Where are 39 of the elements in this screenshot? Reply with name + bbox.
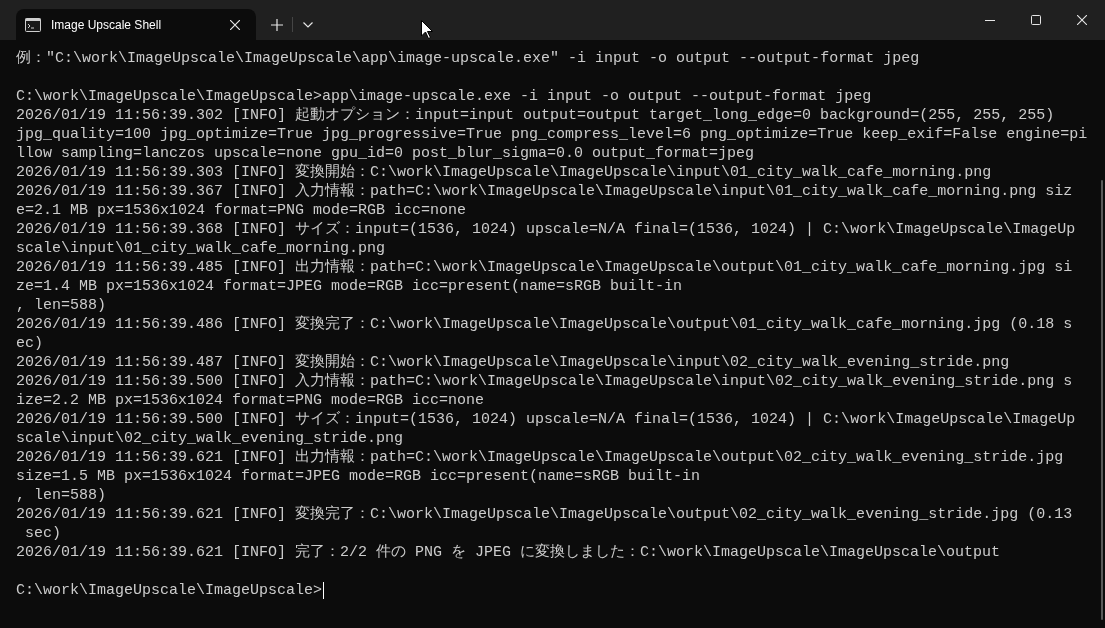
output-line: llow sampling=lanczos upscale=none gpu_id=0 post_blur_sigma=0.0 output_format=jpeg xyxy=(16,144,755,163)
output-line: e=2.1 MB px=1536x1024 format=PNG mode=RGB icc=none xyxy=(16,201,467,220)
output-line: scale\input\02_city_walk_evening_stride.png xyxy=(16,429,404,448)
output-line: jpg_quality=100 jpg_optimize=True jpg_progressive=True png_compress_level=6 png_optimize=True keep_exif=False engine=pi xyxy=(16,125,1088,144)
output-line: 2026/01/19 11:56:39.621 [INFO] 変換完了：C:\work\ImageUpscale\ImageUpscale\output\02_city_walk_evening_stride.jpg (0.13 xyxy=(16,505,1073,524)
terminal-tab[interactable]: Image Upscale Shell xyxy=(16,9,256,40)
output-line: 2026/01/19 11:56:39.485 [INFO] 出力情報：path=C:\work\ImageUpscale\ImageUpscale\output\01_city_walk_cafe_morning.jpg si xyxy=(16,258,1073,277)
output-line: ze=1.4 MB px=1536x1024 format=JPEG mode=RGB icc=present(name=sRGB built-in xyxy=(16,277,683,296)
output-line: size=1.5 MB px=1536x1024 format=JPEG mode=RGB icc=present(name=sRGB built-in xyxy=(16,467,701,486)
output-line: ize=2.2 MB px=1536x1024 format=PNG mode=RGB icc=none xyxy=(16,391,485,410)
output-line: 2026/01/19 11:56:39.303 [INFO] 変換開始：C:\work\ImageUpscale\ImageUpscale\input\01_city_walk_cafe_morning.png xyxy=(16,163,992,182)
output-line: ec) xyxy=(16,334,43,353)
tab-title: Image Upscale Shell xyxy=(51,17,163,32)
output-line: scale\input\01_city_walk_cafe_morning.png xyxy=(16,239,386,258)
output-line: C:\work\ImageUpscale\ImageUpscale>app\image-upscale.exe -i input -o output --output-format jpeg xyxy=(16,87,872,106)
terminal-icon xyxy=(25,17,41,32)
output-line: 2026/01/19 11:56:39.500 [INFO] 入力情報：path=C:\work\ImageUpscale\ImageUpscale\input\02_city_walk_evening_stride.png s xyxy=(16,372,1073,391)
output-line: 2026/01/19 11:56:39.487 [INFO] 変換開始：C:\work\ImageUpscale\ImageUpscale\input\02_city_walk_evening_stride.png xyxy=(16,353,1010,372)
output-line: sec) xyxy=(24,524,61,543)
output-line: , len=588) xyxy=(16,296,106,315)
output-line: 2026/01/19 11:56:39.367 [INFO] 入力情報：path=C:\work\ImageUpscale\ImageUpscale\input\01_city_walk_cafe_morning.png siz xyxy=(16,182,1073,201)
output-line: 2026/01/19 11:56:39.368 [INFO] サイズ：input=(1536, 1024) upscale=N/A final=(1536, 1024) | C:\work\ImageUpscale\ImageUp xyxy=(16,220,1076,239)
plus-icon xyxy=(271,18,283,31)
tab-close-button[interactable] xyxy=(228,17,242,32)
close-icon xyxy=(230,19,240,30)
maximize-icon xyxy=(1031,15,1041,25)
mouse-pointer-icon xyxy=(421,20,433,39)
close-icon xyxy=(1077,15,1087,25)
output-line: 2026/01/19 11:56:39.621 [INFO] 出力情報：path=C:\work\ImageUpscale\ImageUpscale\output\02_city_walk_evening_stride.jpg xyxy=(16,448,1064,467)
output-line: , len=588) xyxy=(16,486,106,505)
output-line: 例："C:\work\ImageUpscale\ImageUpscale\app\image-upscale.exe" -i input -o output --output-format jpeg xyxy=(16,49,920,68)
output-line: 2026/01/19 11:56:39.621 [INFO] 完了：2/2 件の PNG を JPEG に変換しました：C:\work\ImageUpscale\ImageUpscale\output xyxy=(16,543,1001,562)
output-line: 2026/01/19 11:56:39.500 [INFO] サイズ：input=(1536, 1024) upscale=N/A final=(1536, 1024) | C:\work\ImageUpscale\ImageUp xyxy=(16,410,1076,429)
output-line: 2026/01/19 11:56:39.302 [INFO] 起動オプション：input=input output=output target_long_edge=0 background=(255, 255, 255) xyxy=(16,106,1055,125)
scrollbar-thumb[interactable] xyxy=(1101,180,1103,620)
chevron-down-icon xyxy=(303,21,313,28)
output-line: 2026/01/19 11:56:39.486 [INFO] 変換完了：C:\work\ImageUpscale\ImageUpscale\output\01_city_walk_cafe_morning.jpg (0.18 s xyxy=(16,315,1073,334)
minimize-icon xyxy=(985,19,995,21)
command-prompt: C:\work\ImageUpscale\ImageUpscale> xyxy=(16,581,323,600)
